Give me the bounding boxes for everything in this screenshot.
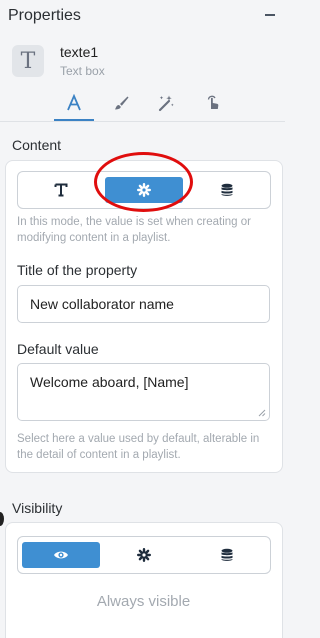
magic-wand-icon (158, 95, 174, 112)
mode-fixed-text-button[interactable] (22, 177, 100, 203)
visibility-card: Always visible (5, 522, 283, 638)
property-title-field[interactable]: New collaborator name (17, 285, 270, 323)
eye-icon (54, 551, 68, 559)
visibility-always-button[interactable] (22, 542, 100, 568)
element-name: texte1 (60, 44, 99, 60)
panel-edge-marker (0, 512, 4, 526)
element-type: Text box (60, 64, 105, 78)
visibility-mode-selector (17, 536, 271, 574)
visibility-playlist-setting-button[interactable] (105, 542, 183, 568)
default-value-help-text: Select here a value used by default, alt… (17, 433, 260, 461)
mode-help-text: In this mode, the value is set when crea… (17, 216, 251, 244)
resize-handle-icon[interactable] (258, 409, 266, 417)
property-title-label: Title of the property (17, 262, 138, 278)
gear-icon (137, 183, 151, 197)
content-section-title: Content (12, 137, 62, 153)
database-icon (221, 183, 233, 196)
text-element-icon: T (12, 45, 44, 77)
text-T-icon (54, 183, 68, 197)
mode-playlist-setting-button[interactable] (105, 177, 183, 203)
panel-title: Properties (8, 7, 81, 24)
text-format-icon (67, 94, 81, 111)
tab-interaction[interactable] (193, 88, 233, 118)
tab-style[interactable] (101, 88, 141, 118)
mode-datasource-button[interactable] (188, 177, 266, 203)
gear-icon (137, 548, 151, 562)
database-icon (221, 548, 233, 561)
tab-effects[interactable] (146, 88, 186, 118)
properties-header: Properties T texte1 Text box (0, 0, 285, 122)
content-mode-selector (17, 171, 271, 209)
visibility-section-title: Visibility (12, 500, 63, 516)
tap-hand-icon (207, 95, 219, 109)
default-value-field[interactable]: Welcome aboard, [Name] (17, 363, 270, 421)
tab-text-format[interactable] (54, 88, 94, 121)
brush-icon (115, 96, 129, 110)
visibility-status: Always visible (96, 593, 191, 610)
content-card: In this mode, the value is set when crea… (5, 160, 283, 473)
visibility-datasource-button[interactable] (188, 542, 266, 568)
default-value-text: Welcome aboard, [Name] (30, 374, 189, 390)
default-value-label: Default value (17, 341, 99, 357)
collapse-icon[interactable] (265, 14, 275, 16)
